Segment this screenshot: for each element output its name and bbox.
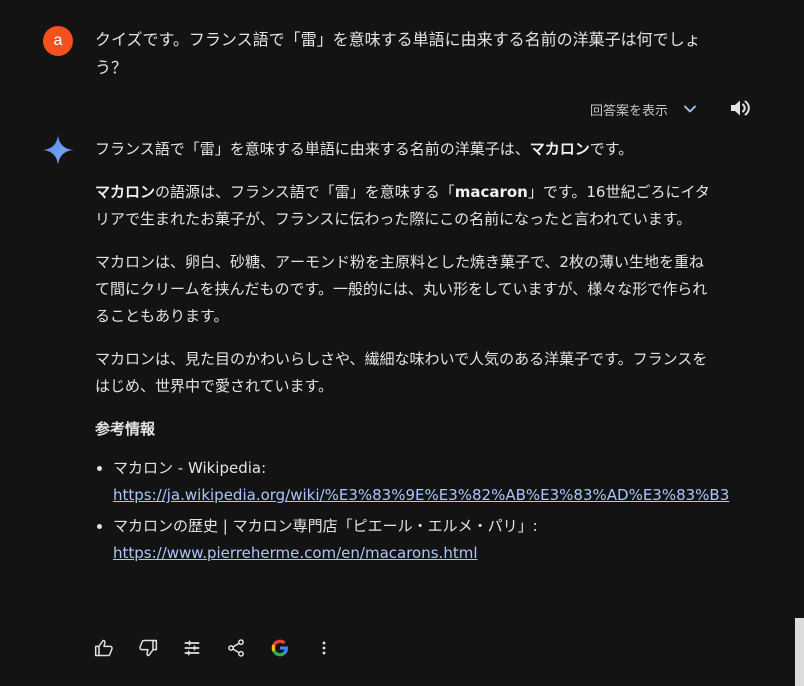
user-prompt-text: クイズです。フランス語で「雷」を意味する単語に由来する名前の洋菓子は何でしょう？ <box>95 30 701 77</box>
thumb-up-icon[interactable] <box>94 636 138 660</box>
reference-item: マカロン - Wikipedia: https://ja.wikipedia.o… <box>113 455 729 509</box>
answer-paragraph-1: フランス語で「雷」を意味する単語に由来する名前の洋菓子は、マカロンです。 <box>95 140 634 158</box>
google-icon[interactable] <box>270 636 314 660</box>
answer-paragraph-2: マカロンの語源は、フランス語で「雷」を意味する「macaron」です。16世紀ご… <box>95 183 710 228</box>
user-avatar[interactable]: a <box>43 26 73 56</box>
gemini-sparkle-icon <box>42 134 74 166</box>
scrollbar-thumb[interactable] <box>795 618 804 686</box>
share-icon[interactable] <box>226 636 270 660</box>
answer-paragraph-4: マカロンは、見た目のかわいらしさや、繊細な味わいで人気のある洋菓子です。フランス… <box>95 350 708 395</box>
reference-link[interactable]: https://ja.wikipedia.org/wiki/%E3%83%9E%… <box>113 486 729 504</box>
response-action-bar <box>94 636 358 660</box>
speaker-icon[interactable] <box>728 96 752 120</box>
more-vert-icon[interactable] <box>314 636 358 660</box>
chevron-down-icon <box>682 101 698 117</box>
answer-paragraph-3: マカロンは、卵白、砂糖、アーモンド粉を主原料とした焼き菓子で、2枚の薄い生地を重… <box>95 253 708 325</box>
reference-link[interactable]: https://www.pierreherme.com/en/macarons.… <box>113 544 478 562</box>
reference-item: マカロンの歴史 | マカロン専門店「ピエール・エルメ・パリ」: https://… <box>113 513 715 567</box>
tune-icon[interactable] <box>182 636 226 660</box>
thumb-down-icon[interactable] <box>138 636 182 660</box>
show-drafts-label: 回答案を表示 <box>590 103 669 119</box>
references-heading: 参考情報 <box>95 420 156 438</box>
references-list: マカロン - Wikipedia: https://ja.wikipedia.o… <box>95 455 729 567</box>
show-drafts-button[interactable]: 回答案を表示 <box>590 97 698 121</box>
response-body: フランス語で「雷」を意味する単語に由来する名前の洋菓子は、マカロンです。 マカロ… <box>95 136 729 571</box>
